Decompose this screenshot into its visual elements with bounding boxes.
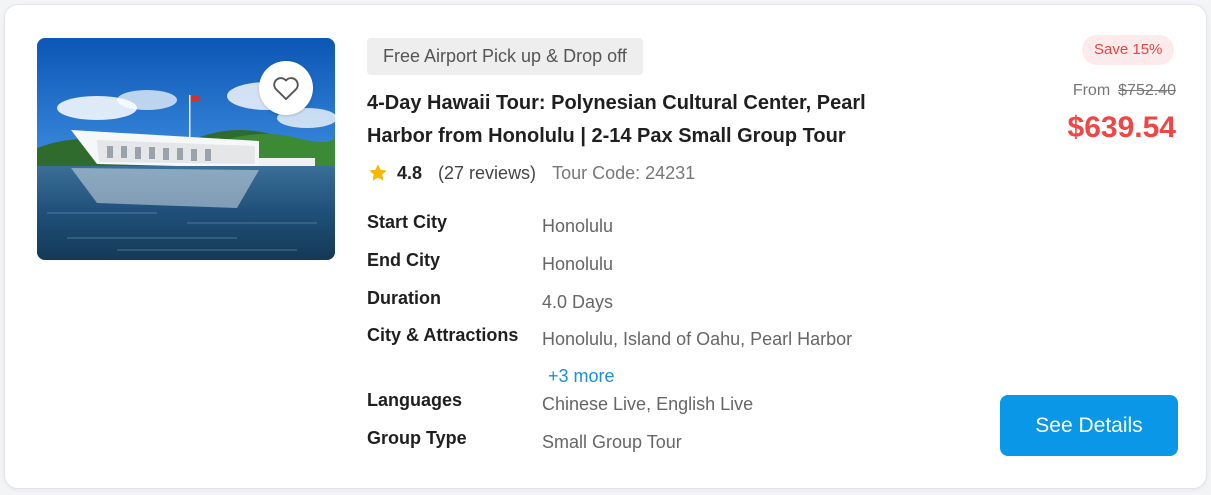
heart-outline-icon [273, 77, 299, 101]
tour-title[interactable]: 4-Day Hawaii Tour: Polynesian Cultural C… [367, 87, 927, 153]
original-price: $752.40 [1118, 82, 1176, 99]
detail-value: Honolulu [542, 254, 614, 274]
detail-label: City & Attractions [367, 325, 519, 345]
rating-score: 4.8 [397, 162, 423, 183]
detail-value: Honolulu, Island of Oahu, Pearl Harbor [542, 329, 853, 349]
rating-row: 4.8 (27 reviews) Tour Code: 24231 [367, 161, 695, 185]
detail-value: Small Group Tour [542, 432, 682, 452]
see-details-button[interactable]: See Details [1000, 395, 1178, 456]
detail-value: Chinese Live, English Live [542, 394, 754, 414]
review-count[interactable]: (27 reviews) [438, 163, 536, 184]
detail-label: End City [367, 250, 441, 270]
detail-label: Duration [367, 288, 441, 308]
original-price-row: From $752.40 [1073, 82, 1176, 100]
pickup-tag: Free Airport Pick up & Drop off [367, 38, 643, 75]
from-label: From [1072, 82, 1111, 99]
detail-label: Group Type [367, 428, 467, 448]
detail-value: Honolulu [542, 216, 614, 236]
tour-code: Tour Code: 24231 [552, 162, 696, 183]
tour-card: Free Airport Pick up & Drop off 4-Day Ha… [4, 4, 1207, 489]
detail-value: 4.0 Days [542, 292, 614, 312]
save-badge: Save 15% [1082, 35, 1175, 65]
detail-label: Languages [367, 390, 463, 410]
more-attractions-link[interactable]: +3 more [548, 366, 615, 387]
detail-label: Start City [367, 212, 448, 232]
star-icon [369, 164, 387, 181]
favorite-button[interactable] [259, 61, 313, 115]
current-price: $639.54 [1067, 111, 1176, 144]
